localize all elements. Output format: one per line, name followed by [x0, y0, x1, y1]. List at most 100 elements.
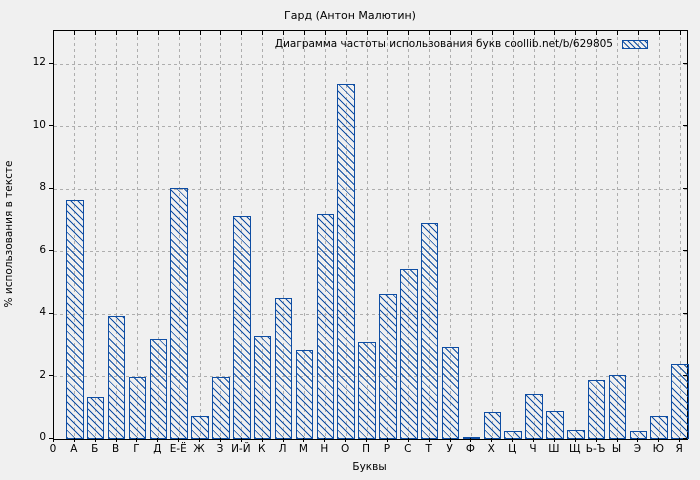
bar-Ц: [504, 431, 522, 439]
plot-area: Диаграмма частоты использования букв coo…: [53, 30, 688, 440]
grid-line-y: [54, 126, 687, 127]
x-axis-tick: [241, 438, 242, 442]
bar-Ч: [525, 394, 543, 439]
grid-line-x: [200, 31, 201, 439]
grid-line-y: [54, 314, 687, 315]
grid-line-x: [575, 31, 576, 439]
x-tick-label: Я: [662, 443, 696, 455]
y-axis-mirror-tick: [683, 313, 687, 314]
bar-Ф: [463, 437, 481, 439]
bar-Ы: [609, 375, 627, 439]
bar-Щ: [567, 430, 585, 439]
x-axis-tick: [345, 438, 346, 442]
bar-О: [337, 84, 355, 439]
x-axis-tick: [450, 438, 451, 442]
x-axis-tick: [220, 438, 221, 442]
bar-Е-Ё: [170, 188, 188, 439]
x-axis-label: Буквы: [53, 461, 686, 473]
y-axis-tick: [49, 375, 53, 376]
x-axis-tick: [116, 438, 117, 442]
bar-Э: [630, 431, 648, 439]
bar-Х: [484, 412, 502, 439]
x-axis-mirror-tick: [137, 31, 138, 35]
x-axis-mirror-tick: [680, 31, 681, 35]
y-axis-tick: [49, 250, 53, 251]
x-axis-tick: [533, 438, 534, 442]
x-axis-tick: [303, 438, 304, 442]
x-axis-mirror-tick: [241, 31, 242, 35]
bar-Н: [317, 214, 335, 439]
x-axis-tick: [512, 438, 513, 442]
x-axis-tick: [387, 438, 388, 442]
bar-К: [254, 336, 272, 439]
bar-Г: [129, 377, 147, 439]
grid-line-y: [54, 64, 687, 65]
x-axis-mirror-tick: [179, 31, 180, 35]
y-tick-label: 10: [6, 119, 46, 131]
bar-Ш: [546, 411, 564, 439]
grid-line-y: [54, 251, 687, 252]
y-tick-label: 8: [6, 181, 46, 193]
y-axis-tick: [49, 313, 53, 314]
legend-hatch-swatch: [622, 40, 648, 49]
x-axis-mirror-tick: [659, 31, 660, 35]
frequency-bar-chart: Гард (Антон Малютин) % использования в т…: [0, 0, 700, 480]
bar-С: [400, 269, 418, 439]
x-axis-mirror-tick: [200, 31, 201, 35]
y-axis-mirror-tick: [683, 250, 687, 251]
y-axis-mirror-tick: [683, 438, 687, 439]
bar-Ь-Ъ: [588, 380, 606, 439]
y-axis-mirror-tick: [683, 188, 687, 189]
x-axis-mirror-tick: [74, 31, 75, 35]
y-axis-tick: [49, 125, 53, 126]
bar-Б: [87, 397, 105, 439]
y-tick-label: 6: [6, 244, 46, 256]
grid-line-x: [596, 31, 597, 439]
x-axis-tick: [74, 438, 75, 442]
y-tick-label: 4: [6, 306, 46, 318]
x-axis-mirror-tick: [158, 31, 159, 35]
x-axis-tick: [596, 438, 597, 442]
grid-line-x: [471, 31, 472, 439]
x-axis-mirror-tick: [116, 31, 117, 35]
bar-В: [108, 316, 126, 439]
x-axis-tick: [554, 438, 555, 442]
bar-З: [212, 377, 230, 439]
grid-line-x: [659, 31, 660, 439]
bar-Ж: [191, 416, 209, 439]
y-axis-mirror-tick: [683, 63, 687, 64]
grid-line-x: [513, 31, 514, 439]
y-axis-mirror-tick: [683, 125, 687, 126]
grid-line-x: [638, 31, 639, 439]
x-axis-tick: [324, 438, 325, 442]
x-axis-tick: [491, 438, 492, 442]
y-tick-label: 2: [6, 369, 46, 381]
x-axis-tick: [199, 438, 200, 442]
y-axis-tick: [49, 188, 53, 189]
grid-line-x: [95, 31, 96, 439]
x-axis-tick: [470, 438, 471, 442]
bar-И-Й: [233, 216, 251, 439]
x-axis-tick: [575, 438, 576, 442]
grid-line-x: [492, 31, 493, 439]
y-tick-label: 12: [6, 56, 46, 68]
bar-Р: [379, 294, 397, 439]
y-tick-label: 0: [6, 431, 46, 443]
x-axis-tick: [283, 438, 284, 442]
bar-Д: [150, 339, 168, 439]
bar-П: [358, 342, 376, 439]
grid-line-x: [534, 31, 535, 439]
x-axis-tick: [53, 438, 54, 442]
x-axis-tick: [408, 438, 409, 442]
y-axis-mirror-tick: [683, 375, 687, 376]
x-axis-mirror-tick: [95, 31, 96, 35]
x-axis-tick: [178, 438, 179, 442]
chart-title: Гард (Антон Малютин): [0, 9, 700, 22]
x-axis-tick: [658, 438, 659, 442]
x-axis-tick: [136, 438, 137, 442]
grid-line-x: [554, 31, 555, 439]
x-axis-tick: [157, 438, 158, 442]
y-axis-tick: [49, 63, 53, 64]
x-axis-tick: [95, 438, 96, 442]
legend-label: Диаграмма частоты использования букв coo…: [275, 38, 613, 50]
